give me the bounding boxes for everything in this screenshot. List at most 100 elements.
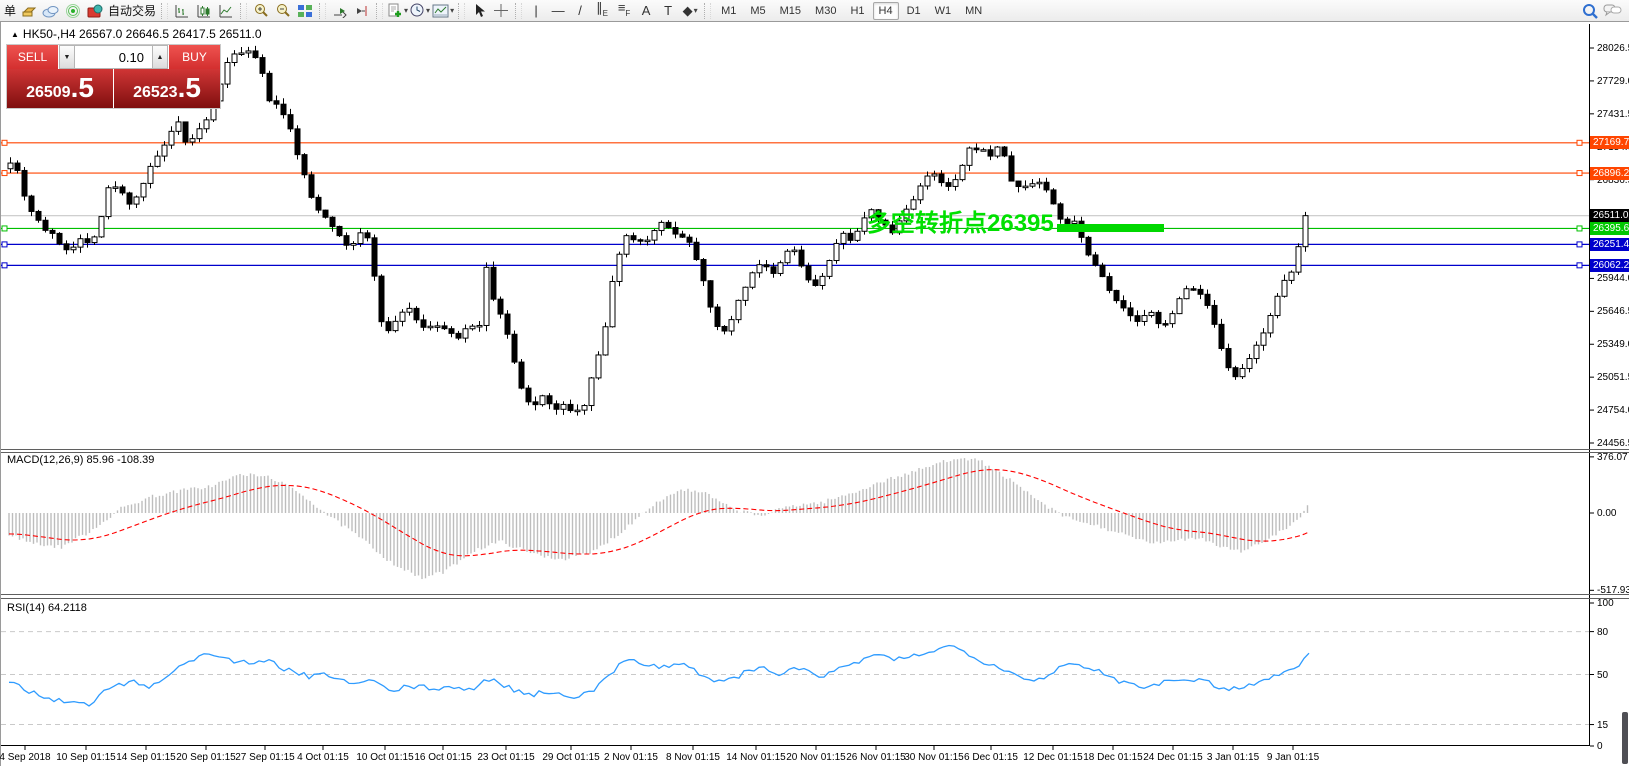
- date-tick-label: 2 Nov 01:15: [604, 752, 658, 763]
- axis-tick-label: 28026.5: [1597, 43, 1629, 54]
- pane-separator[interactable]: [1, 452, 1629, 453]
- date-tick-label: 20 Nov 01:15: [786, 752, 846, 763]
- date-tick-label: 8 Nov 01:15: [666, 752, 720, 763]
- cursor-icon[interactable]: [469, 1, 489, 21]
- volume-decrement-button[interactable]: ▼: [59, 45, 75, 69]
- shapes-tool-icon[interactable]: ◆▾: [680, 1, 700, 21]
- application-window: 单 自动交易 ▾ ▾ ▾ |—/∥E≡FAT◆▾ M1M5M15M30H1H4D…: [0, 0, 1629, 766]
- zoom-in-icon[interactable]: [251, 1, 271, 21]
- date-tick-label: 27 Sep 01:15: [235, 752, 295, 763]
- chart-title-text: HK50-,H4 26567.0 26646.5 26417.5 26511.0: [23, 27, 262, 41]
- gold-bars-icon[interactable]: [19, 1, 39, 21]
- date-tick-label: 3 Jan 01:15: [1207, 752, 1259, 763]
- timeframe-h1-button[interactable]: H1: [844, 2, 870, 20]
- axis-tick-label: 0.00: [1597, 508, 1616, 519]
- drawing-tools-group: |—/∥E≡FAT◆▾: [525, 1, 701, 21]
- axis-tick-label: 50: [1597, 670, 1608, 681]
- chart-window: ▲ HK50-,H4 26567.0 26646.5 26417.5 26511.…: [0, 22, 1629, 766]
- last-price-label: 26511.0: [1590, 209, 1629, 222]
- date-tick-label: 29 Oct 01:15: [542, 752, 599, 763]
- trendline-tool-icon[interactable]: /: [570, 1, 590, 21]
- timeframe-w1-button[interactable]: W1: [929, 2, 958, 20]
- date-tick-label: 24 Dec 01:15: [1143, 752, 1203, 763]
- chart-shift-icon[interactable]: [352, 1, 372, 21]
- timeframe-m5-button[interactable]: M5: [744, 2, 771, 20]
- pane-separator[interactable]: [1, 598, 1629, 599]
- date-tick-label: 26 Nov 01:15: [846, 752, 906, 763]
- templates-icon[interactable]: ▾: [432, 1, 454, 21]
- candlestick-chart-type-icon[interactable]: [194, 1, 214, 21]
- collapse-marker-icon[interactable]: ▲: [11, 30, 19, 39]
- toolbar-separator: [515, 3, 522, 19]
- buy-price-main: 26523: [133, 84, 178, 102]
- bar-chart-type-icon[interactable]: [172, 1, 192, 21]
- text-label-tool-icon[interactable]: T: [658, 1, 678, 21]
- toolbar-separator: [704, 3, 711, 19]
- dropdown-caret[interactable]: ▾: [404, 6, 408, 15]
- axis-tick-label: 24754.0: [1597, 405, 1629, 416]
- date-tick-label: 16 Oct 01:15: [414, 752, 471, 763]
- line-chart-type-icon[interactable]: [216, 1, 236, 21]
- sell-price-frac: .5: [71, 73, 94, 103]
- timeframe-group: M1M5M15M30H1H4D1W1MN: [714, 2, 989, 20]
- highlight-trendline[interactable]: [1057, 224, 1164, 232]
- buy-price-frac: .5: [178, 73, 201, 103]
- pane-separator[interactable]: [1, 449, 1629, 450]
- date-tick-label: 20 Sep 01:15: [176, 752, 236, 763]
- cloud-icon[interactable]: [41, 1, 61, 21]
- dropdown-caret[interactable]: ▾: [426, 6, 430, 15]
- axis-tick-label: 15: [1597, 720, 1608, 731]
- text-tool-icon[interactable]: A: [636, 1, 656, 21]
- chart-canvas[interactable]: [1, 22, 1629, 766]
- periods-icon[interactable]: ▾: [410, 1, 430, 21]
- vertical-line-tool-icon[interactable]: |: [526, 1, 546, 21]
- toolbar-separator: [240, 3, 247, 19]
- date-tick-label: 4 Sep 2018: [0, 752, 51, 763]
- new-order-label[interactable]: 单: [4, 2, 16, 19]
- axis-tick-label: 27729.0: [1597, 76, 1629, 87]
- timeframe-m15-button[interactable]: M15: [774, 2, 807, 20]
- autoscroll-icon[interactable]: [330, 1, 350, 21]
- axis-tick-label: 24456.5: [1597, 438, 1629, 449]
- volume-group: ▼ ▲: [59, 45, 168, 69]
- equidistant-channel-tool-icon[interactable]: ∥E: [592, 1, 612, 21]
- tile-windows-icon[interactable]: [295, 1, 315, 21]
- scrollbar-thumb[interactable]: [1622, 712, 1628, 764]
- volume-input[interactable]: [75, 45, 152, 69]
- crosshair-icon[interactable]: [491, 1, 511, 21]
- signal-icon[interactable]: [63, 1, 83, 21]
- pane-separator[interactable]: [1, 594, 1629, 595]
- horizontal-line-tool-icon[interactable]: —: [548, 1, 568, 21]
- axis-tick-label: -517.93: [1597, 585, 1629, 596]
- timeframe-h4-button[interactable]: H4: [873, 2, 899, 20]
- toolbar-separator: [458, 3, 465, 19]
- timeframe-m1-button[interactable]: M1: [715, 2, 742, 20]
- zoom-out-icon[interactable]: [273, 1, 293, 21]
- add-indicator-icon[interactable]: ▾: [387, 1, 408, 21]
- fibonacci-tool-icon[interactable]: ≡F: [614, 1, 634, 21]
- chat-icon[interactable]: [1602, 1, 1622, 21]
- timeframe-d1-button[interactable]: D1: [901, 2, 927, 20]
- timeframe-mn-button[interactable]: MN: [959, 2, 988, 20]
- axis-tick-label: 80: [1597, 627, 1608, 638]
- search-icon[interactable]: [1580, 1, 1600, 21]
- buy-price[interactable]: 26523.5: [114, 69, 220, 108]
- timeframe-m30-button[interactable]: M30: [809, 2, 842, 20]
- sell-price-main: 26509: [26, 84, 71, 102]
- hline-price-label: 26251.4: [1590, 238, 1629, 251]
- date-tick-label: 10 Sep 01:15: [56, 752, 116, 763]
- sell-button[interactable]: SELL: [7, 45, 59, 69]
- autotrade-label[interactable]: 自动交易: [108, 2, 156, 19]
- buy-button[interactable]: BUY: [168, 45, 220, 69]
- rsi-label: RSI(14) 64.2118: [7, 602, 87, 614]
- date-tick-label: 12 Dec 01:15: [1023, 752, 1083, 763]
- volume-increment-button[interactable]: ▲: [152, 45, 168, 69]
- hline-price-label: 27169.7: [1590, 136, 1629, 149]
- date-tick-label: 14 Sep 01:15: [116, 752, 176, 763]
- chart-annotation-text[interactable]: 多空转折点26395: [867, 203, 1054, 238]
- chart-title: ▲ HK50-,H4 26567.0 26646.5 26417.5 26511.…: [11, 27, 262, 41]
- one-click-trading-panel: SELL ▼ ▲ BUY 26509.5 26523.5: [6, 44, 221, 109]
- dropdown-caret[interactable]: ▾: [450, 6, 454, 15]
- autotrade-icon[interactable]: [85, 1, 105, 21]
- sell-price[interactable]: 26509.5: [7, 69, 113, 108]
